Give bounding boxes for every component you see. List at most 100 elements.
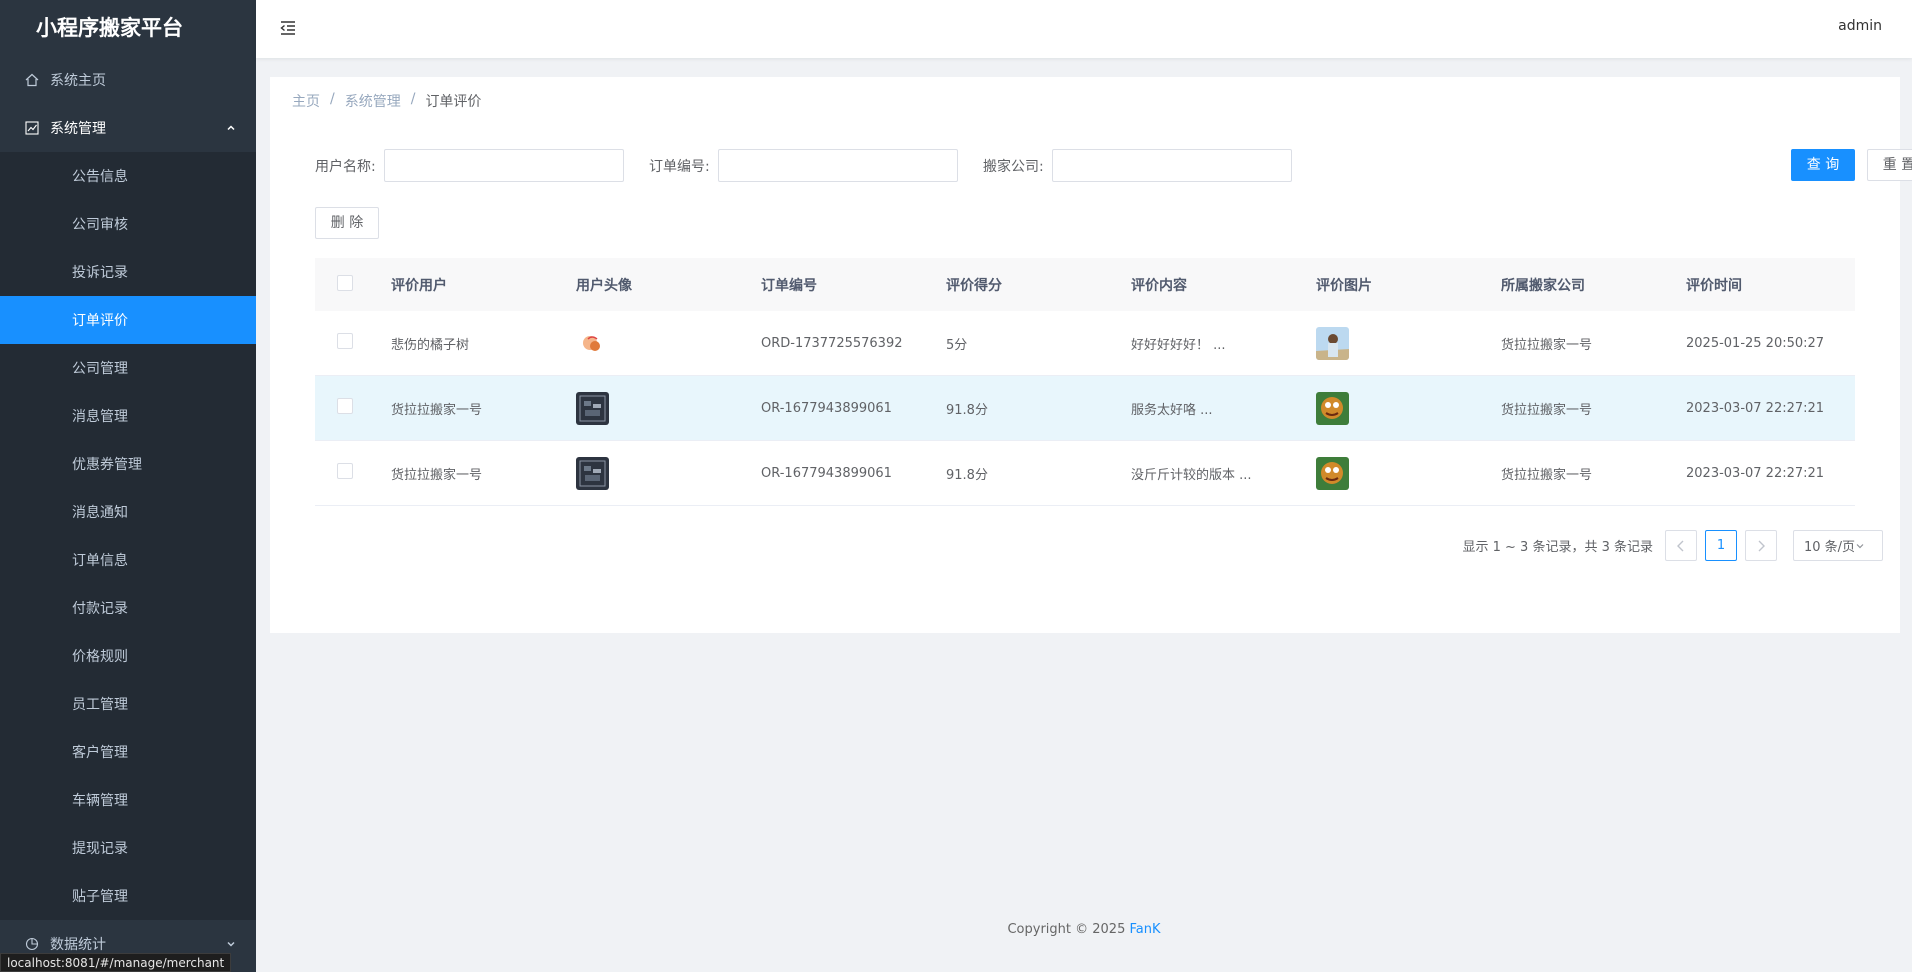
sidebar-item-company-management[interactable]: 公司管理	[0, 344, 256, 392]
moving-company-input[interactable]	[1051, 149, 1292, 182]
page-size-value: 10 条/页	[1804, 540, 1856, 555]
order-number: ORD-1737725576392	[761, 335, 903, 351]
delete-button[interactable]: 删 除	[315, 207, 379, 239]
moving-company: 货拉拉搬家一号	[1501, 467, 1593, 483]
table-row[interactable]: 悲伤的橘子树 ORD-1737725576392 5分 好好好好好！ ... 货…	[315, 311, 1855, 376]
query-button[interactable]: 查 询	[1791, 149, 1855, 181]
chevron-right-icon	[1758, 540, 1765, 551]
order-number-input[interactable]	[717, 149, 958, 182]
next-page-button[interactable]	[1745, 530, 1777, 561]
chart-line-icon	[24, 120, 40, 136]
table-row[interactable]: 货拉拉搬家一号 OR-1677943899061 91.8分 服务太好咯 ...…	[315, 376, 1855, 441]
sidebar-item-customers[interactable]: 客户管理	[0, 728, 256, 776]
sidebar-item-system[interactable]: 系统管理	[0, 104, 256, 152]
copyright-text: Copyright © 2025	[1007, 922, 1126, 937]
sidebar-item-label: 系统管理	[50, 121, 106, 137]
review-score: 91.8分	[946, 402, 988, 418]
moving-company: 货拉拉搬家一号	[1501, 402, 1593, 418]
sidebar-item-company-review[interactable]: 公司审核	[0, 200, 256, 248]
col-header: 评价用户	[391, 277, 447, 294]
row-checkbox[interactable]	[337, 333, 353, 349]
user-name-input[interactable]	[383, 149, 624, 182]
review-time: 2023-03-07 22:27:21	[1686, 400, 1825, 416]
review-score: 91.8分	[946, 467, 988, 483]
sidebar-item-notifications[interactable]: 消息通知	[0, 488, 256, 536]
breadcrumb-home[interactable]: 主页	[292, 91, 320, 111]
sidebar-item-complaints[interactable]: 投诉记录	[0, 248, 256, 296]
table-row[interactable]: 货拉拉搬家一号 OR-1677943899061 91.8分 没斤斤计较的版本 …	[315, 441, 1855, 506]
system-submenu: 公告信息 公司审核 投诉记录 订单评价 公司管理 消息管理 优惠券管理 消息通知…	[0, 152, 256, 920]
review-user: 货拉拉搬家一号	[391, 402, 483, 418]
review-image[interactable]	[1316, 456, 1349, 490]
review-image[interactable]	[1316, 391, 1349, 425]
review-time: 2025-01-25 20:50:27	[1686, 335, 1825, 351]
footer: Copyright © 2025 FanK	[256, 922, 1912, 937]
sidebar-item-withdrawals[interactable]: 提现记录	[0, 824, 256, 872]
moving-company-field: 搬家公司:	[983, 149, 1292, 182]
sidebar-item-order-reviews[interactable]: 订单评价	[0, 296, 256, 344]
chevron-down-icon	[1856, 543, 1864, 548]
moving-company: 货拉拉搬家一号	[1501, 337, 1593, 353]
select-all-checkbox[interactable]	[337, 274, 353, 291]
review-content: 好好好好好！ ...	[1131, 337, 1226, 353]
page-number-button[interactable]: 1	[1705, 530, 1737, 561]
avatar[interactable]	[576, 326, 609, 360]
moving-company-label: 搬家公司:	[983, 158, 1044, 175]
reviews-table: 评价用户 用户头像 订单编号 评价得分 评价内容 评价图片 所属搬家公司 评价时…	[315, 258, 1855, 506]
user-menu[interactable]: admin	[1838, 18, 1882, 34]
review-time: 2023-03-07 22:27:21	[1686, 465, 1825, 481]
sidebar-item-posts[interactable]: 贴子管理	[0, 872, 256, 920]
sidebar-item-home[interactable]: 系统主页	[0, 56, 256, 104]
review-image[interactable]	[1316, 326, 1349, 360]
menu-fold-icon[interactable]	[278, 18, 298, 38]
sidebar-item-announcements[interactable]: 公告信息	[0, 152, 256, 200]
top-header: admin	[256, 0, 1912, 58]
review-content: 没斤斤计较的版本 ...	[1131, 467, 1252, 483]
breadcrumb-system[interactable]: 系统管理	[345, 91, 401, 111]
pagination-summary: 显示 1 ~ 3 条记录，共 3 条记录	[1462, 540, 1654, 555]
status-bar-url: localhost:8081/#/manage/merchant	[0, 953, 232, 972]
review-user: 货拉拉搬家一号	[391, 467, 483, 483]
col-header: 评价得分	[946, 277, 1002, 294]
pagination: 显示 1 ~ 3 条记录，共 3 条记录 1 10 条/页	[1462, 530, 1883, 561]
user-name-field: 用户名称:	[315, 149, 624, 182]
home-icon	[24, 72, 40, 88]
col-header: 评价图片	[1316, 277, 1372, 294]
order-number: OR-1677943899061	[761, 465, 892, 481]
sidebar-item-pricing[interactable]: 价格规则	[0, 632, 256, 680]
sidebar-item-coupons[interactable]: 优惠券管理	[0, 440, 256, 488]
sidebar-item-messages[interactable]: 消息管理	[0, 392, 256, 440]
avatar[interactable]	[576, 456, 609, 490]
sidebar-item-vehicles[interactable]: 车辆管理	[0, 776, 256, 824]
sidebar-item-staff[interactable]: 员工管理	[0, 680, 256, 728]
reset-button[interactable]: 重 置	[1867, 149, 1912, 181]
app-title: 小程序搬家平台	[0, 0, 256, 56]
user-name-label: 用户名称:	[315, 158, 376, 175]
breadcrumb-separator: /	[410, 91, 416, 107]
chevron-left-icon	[1677, 540, 1684, 551]
review-content: 服务太好咯 ...	[1131, 402, 1213, 418]
prev-page-button[interactable]	[1665, 530, 1697, 561]
chevron-up-icon	[226, 104, 236, 152]
sidebar-item-orders[interactable]: 订单信息	[0, 536, 256, 584]
breadcrumb: 主页 / 系统管理 / 订单评价	[292, 91, 481, 111]
sidebar-item-label: 数据统计	[50, 937, 106, 953]
row-checkbox[interactable]	[337, 463, 353, 479]
order-number-label: 订单编号:	[649, 158, 710, 175]
breadcrumb-current: 订单评价	[425, 94, 482, 110]
sidebar-item-label: 系统主页	[50, 73, 106, 89]
order-number: OR-1677943899061	[761, 400, 892, 416]
col-header: 所属搬家公司	[1501, 277, 1585, 294]
table-header: 评价用户 用户头像 订单编号 评价得分 评价内容 评价图片 所属搬家公司 评价时…	[315, 258, 1855, 311]
col-header: 用户头像	[576, 277, 632, 294]
sidebar: 小程序搬家平台 系统主页 系统管理 公告信息 公司审核 投诉记录 订单评价 公司…	[0, 0, 256, 972]
row-checkbox[interactable]	[337, 398, 353, 414]
col-header: 订单编号	[761, 277, 817, 294]
avatar[interactable]	[576, 391, 609, 425]
page-size-select[interactable]: 10 条/页	[1793, 530, 1883, 561]
pie-chart-icon	[24, 936, 40, 952]
sidebar-item-payments[interactable]: 付款记录	[0, 584, 256, 632]
footer-brand-link[interactable]: FanK	[1130, 922, 1161, 937]
review-score: 5分	[946, 337, 968, 353]
col-header: 评价时间	[1686, 277, 1742, 294]
